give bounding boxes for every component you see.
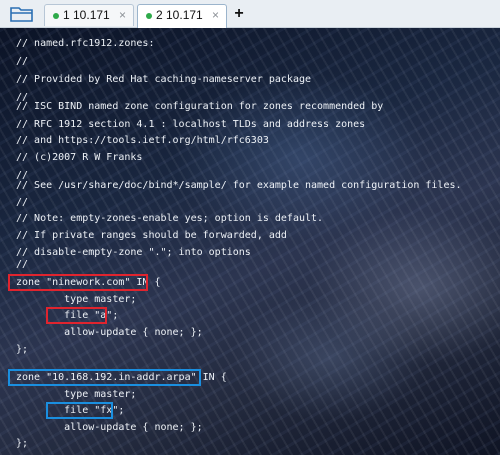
highlight-file-fx (46, 402, 113, 419)
tab-session-2[interactable]: 2 10.171 × (137, 4, 227, 28)
terminal-output[interactable]: // named.rfc1912.zones: // // Provided b… (0, 28, 500, 455)
terminal-line: // named.rfc1912.zones: (16, 38, 155, 49)
highlight-file-a (46, 307, 107, 324)
new-tab-button[interactable]: + (231, 4, 247, 24)
tab-bar: 1 10.171 × 2 10.171 × + (0, 0, 500, 28)
terminal-line: // Note: empty-zones-enable yes; option … (16, 213, 324, 224)
close-tab-icon[interactable]: × (212, 5, 219, 25)
tab-label: 1 10.171 (63, 8, 110, 22)
terminal-line: // disable-empty-zone "."; into options (16, 247, 251, 258)
tab-label: 2 10.171 (156, 8, 203, 22)
terminal-line: // (c)2007 R W Franks (16, 152, 143, 163)
tab-session-1[interactable]: 1 10.171 × (44, 4, 134, 26)
folder-icon[interactable] (10, 5, 34, 23)
terminal-line: // Provided by Red Hat caching-nameserve… (16, 74, 312, 85)
connected-status-icon (146, 13, 152, 19)
terminal-line: }; (16, 344, 29, 355)
connected-status-icon (53, 13, 59, 19)
terminal-line: // ISC BIND named zone configuration for… (16, 101, 384, 112)
terminal-line: // If private ranges should be forwarded… (16, 230, 287, 241)
terminal-line: allow-update { none; }; (16, 422, 203, 433)
terminal-line: // (16, 259, 29, 270)
highlight-zone-reverse (8, 369, 201, 386)
terminal-line: // and https://tools.ietf.org/html/rfc63… (16, 135, 269, 146)
terminal-line: // See /usr/share/doc/bind*/sample/ for … (16, 180, 462, 191)
close-tab-icon[interactable]: × (119, 5, 126, 25)
highlight-zone-ninework (8, 274, 148, 291)
terminal-line: // (16, 56, 29, 67)
terminal-line: allow-update { none; }; (16, 327, 203, 338)
terminal-line: }; (16, 438, 29, 449)
